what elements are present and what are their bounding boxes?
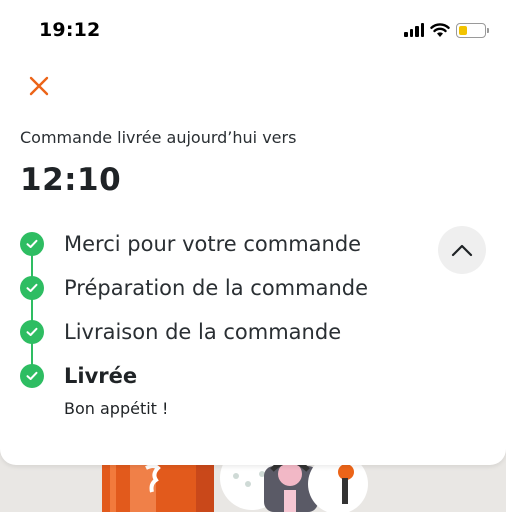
timeline-step-label: Livraison de la commande [64, 320, 342, 344]
timeline-step-label: Préparation de la commande [64, 276, 369, 300]
order-timeline: Merci pour votre commande Préparation de… [20, 222, 440, 422]
signal-icon [404, 23, 424, 37]
timeline-step-active: Livrée [20, 354, 137, 398]
timeline-step: Livraison de la commande [20, 310, 341, 354]
wifi-icon [430, 22, 450, 37]
status-time: 19:12 [39, 19, 101, 41]
final-message: Bon appétit ! [64, 399, 169, 418]
timeline-step: Préparation de la commande [20, 266, 368, 310]
collapse-button[interactable] [438, 226, 486, 274]
status-bar: 19:12 [0, 0, 506, 60]
close-icon [29, 76, 49, 96]
battery-icon [456, 22, 489, 38]
status-icons [404, 20, 489, 40]
eta-time: 12:10 [20, 162, 122, 198]
check-circle-icon [20, 232, 44, 256]
timeline-step-label: Livrée [64, 364, 138, 388]
chevron-up-icon [451, 244, 473, 257]
eta-label: Commande livrée aujourd’hui vers [20, 128, 297, 147]
check-circle-icon [20, 320, 44, 344]
check-circle-icon [20, 364, 44, 388]
timeline-step-label: Merci pour votre commande [64, 232, 362, 256]
check-circle-icon [20, 276, 44, 300]
close-button[interactable] [26, 73, 52, 99]
order-status-sheet: 19:12 Commande livrée aujourd’hui vers 1… [0, 0, 506, 465]
timeline-step: Merci pour votre commande [20, 222, 361, 266]
